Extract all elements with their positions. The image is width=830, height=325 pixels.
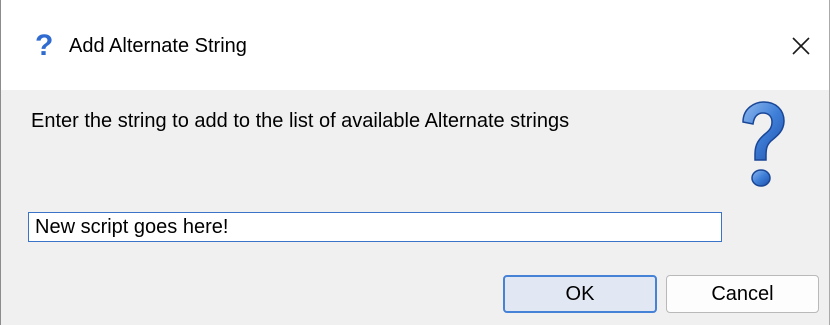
title-bar: ? Add Alternate String: [1, 0, 829, 90]
cancel-button[interactable]: Cancel: [666, 275, 819, 313]
question-icon: ?: [35, 29, 54, 62]
ok-button[interactable]: OK: [503, 275, 657, 313]
close-button[interactable]: [781, 26, 821, 66]
dialog-message: Enter the string to add to the list of a…: [31, 110, 570, 132]
dialog-title: Add Alternate String: [69, 35, 247, 57]
close-icon: [792, 37, 810, 55]
alternate-string-input[interactable]: [28, 212, 722, 242]
question-mark-icon: [737, 96, 787, 196]
add-alternate-string-dialog: ? Add Alternate String Enter the string …: [0, 0, 830, 325]
